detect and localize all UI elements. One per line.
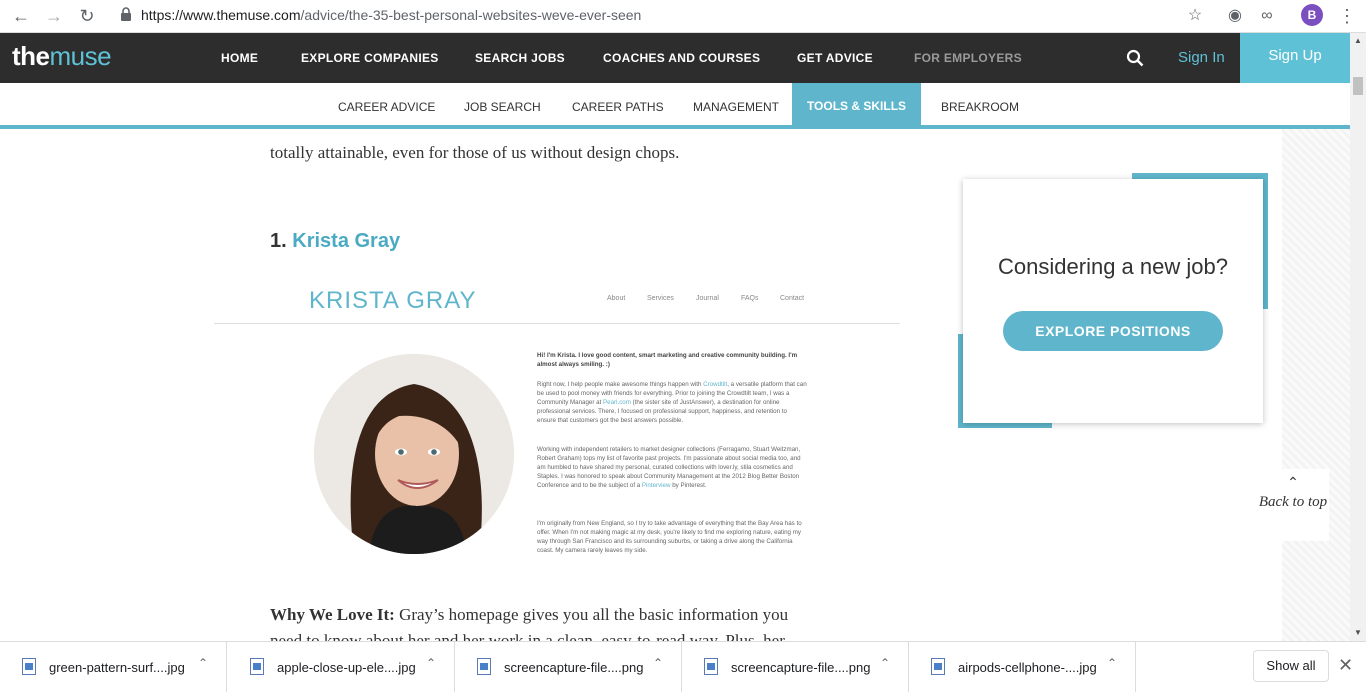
search-icon[interactable]	[1126, 49, 1144, 67]
nav-explore-companies[interactable]: EXPLORE COMPANIES	[301, 51, 439, 65]
address-bar[interactable]: https://www.themuse.com/advice/the-35-be…	[141, 7, 641, 23]
scroll-up-arrow-icon[interactable]: ▲	[1350, 33, 1366, 49]
screenshot-nav-contact: Contact	[780, 295, 805, 302]
image-file-icon	[931, 658, 945, 675]
item-heading: 1. Krista Gray	[270, 230, 400, 253]
screenshot-nav-about: About	[607, 295, 626, 302]
chevron-up-icon[interactable]: ⌃	[426, 656, 436, 670]
reload-icon[interactable]: ↻	[75, 4, 99, 28]
close-icon[interactable]: ✕	[1338, 655, 1353, 676]
subnav-tools-and-skills[interactable]: TOOLS & SKILLS	[792, 83, 921, 129]
page-scrollbar[interactable]: ▲ ▼	[1350, 33, 1366, 641]
download-filename: apple-close-up-ele....jpg	[277, 660, 416, 675]
download-filename: green-pattern-surf....jpg	[49, 660, 185, 675]
download-item[interactable]: green-pattern-surf....jpg ⌃	[0, 642, 227, 692]
why-label: Why We Love It:	[270, 605, 395, 624]
website-screenshot: KRISTA GRAY About Services Journal FAQs …	[214, 279, 900, 569]
download-item[interactable]: screencapture-file....png ⌃	[455, 642, 682, 692]
bookmark-star-icon[interactable]: ☆	[1184, 5, 1206, 27]
sub-navigation: CAREER ADVICE JOB SEARCH CAREER PATHS MA…	[0, 83, 1350, 129]
subnav-job-search[interactable]: JOB SEARCH	[464, 100, 541, 114]
camera-icon[interactable]: ◉	[1224, 5, 1246, 27]
sign-in-link[interactable]: Sign In	[1178, 49, 1225, 66]
back-to-top-button[interactable]: ⌃ Back to top	[1257, 469, 1329, 541]
download-filename: airpods-cellphone-....jpg	[958, 660, 1097, 675]
profile-avatar[interactable]: B	[1301, 4, 1323, 26]
subnav-management[interactable]: MANAGEMENT	[693, 100, 779, 114]
item-number: 1.	[270, 230, 287, 252]
browser-menu-icon[interactable]: ⋮	[1338, 5, 1356, 27]
back-to-top-label: Back to top	[1258, 494, 1328, 510]
intro-paragraph: totally attainable, even for those of us…	[270, 143, 680, 162]
themuse-logo[interactable]: themuse	[12, 41, 112, 72]
infinity-icon[interactable]: ∞	[1256, 5, 1278, 27]
side-pattern	[1282, 129, 1350, 641]
screenshot-nav-faqs: FAQs	[741, 295, 759, 302]
download-filename: screencapture-file....png	[731, 660, 871, 675]
nav-get-advice[interactable]: GET ADVICE	[797, 51, 873, 65]
nav-for-employers[interactable]: FOR EMPLOYERS	[914, 51, 1022, 65]
screenshot-intro-text: Hi! I'm Krista. I love good content, sma…	[537, 352, 798, 368]
image-file-icon	[22, 658, 36, 675]
chevron-up-icon[interactable]: ⌃	[198, 656, 208, 670]
chevron-up-icon[interactable]: ⌃	[1107, 656, 1117, 670]
nav-home[interactable]: HOME	[221, 51, 258, 65]
download-item[interactable]: airpods-cellphone-....jpg ⌃	[909, 642, 1136, 692]
screenshot-paragraph-3: I'm originally from New England, so I tr…	[537, 520, 802, 554]
scroll-down-arrow-icon[interactable]: ▼	[1350, 625, 1366, 641]
why-text-continued: need to know about her and her work in a…	[270, 631, 785, 641]
show-all-button[interactable]: Show all	[1253, 650, 1329, 682]
article-content: totally attainable, even for those of us…	[0, 129, 1350, 641]
nav-coaches-and-courses[interactable]: COACHES AND COURSES	[603, 51, 760, 65]
screenshot-site-title: KRISTA GRAY	[309, 287, 477, 314]
url-path: /advice/the-35-best-personal-websites-we…	[300, 7, 642, 23]
forward-arrow-icon[interactable]: →	[42, 4, 66, 28]
screenshot-paragraph-1: Right now, I help people make awesome th…	[537, 381, 807, 424]
image-file-icon	[477, 658, 491, 675]
profile-photo	[314, 354, 514, 554]
why-we-love-it: Why We Love It: Gray’s homepage gives yo…	[270, 602, 850, 641]
screenshot-paragraph-2: Working with independent retailers to ma…	[537, 446, 801, 489]
subnav-career-advice[interactable]: CAREER ADVICE	[338, 100, 435, 114]
lock-icon	[121, 7, 131, 21]
download-bar: green-pattern-surf....jpg ⌃ apple-close-…	[0, 641, 1366, 692]
scrollbar-thumb[interactable]	[1353, 77, 1363, 95]
chevron-up-icon[interactable]: ⌃	[880, 656, 890, 670]
screenshot-nav-services: Services	[647, 295, 674, 302]
image-file-icon	[250, 658, 264, 675]
download-item[interactable]: screencapture-file....png ⌃	[682, 642, 909, 692]
download-filename: screencapture-file....png	[504, 660, 644, 675]
nav-search-jobs[interactable]: SEARCH JOBS	[475, 51, 565, 65]
screenshot-divider	[214, 323, 900, 324]
card-title: Considering a new job?	[998, 254, 1228, 279]
job-promo-card: Considering a new job? EXPLORE POSITIONS	[963, 179, 1263, 423]
explore-positions-button[interactable]: EXPLORE POSITIONS	[1003, 311, 1223, 351]
download-item[interactable]: apple-close-up-ele....jpg ⌃	[228, 642, 455, 692]
back-arrow-icon[interactable]: ←	[9, 4, 33, 28]
chevron-up-icon[interactable]: ⌃	[653, 656, 663, 670]
sign-up-button[interactable]: Sign Up	[1240, 33, 1350, 83]
subnav-career-paths[interactable]: CAREER PATHS	[572, 100, 664, 114]
url-host: https://www.themuse.com	[141, 7, 301, 23]
why-text: Gray’s homepage gives you all the basic …	[394, 605, 789, 624]
site-header: themuse HOME EXPLORE COMPANIES SEARCH JO…	[0, 33, 1366, 83]
browser-toolbar: ← → ↻ https://www.themuse.com/advice/the…	[0, 0, 1366, 33]
subnav-breakroom[interactable]: BREAKROOM	[941, 100, 1019, 114]
chevron-up-icon: ⌃	[1287, 476, 1299, 491]
screenshot-nav-journal: Journal	[696, 295, 719, 302]
item-name-link[interactable]: Krista Gray	[292, 230, 400, 252]
image-file-icon	[704, 658, 718, 675]
